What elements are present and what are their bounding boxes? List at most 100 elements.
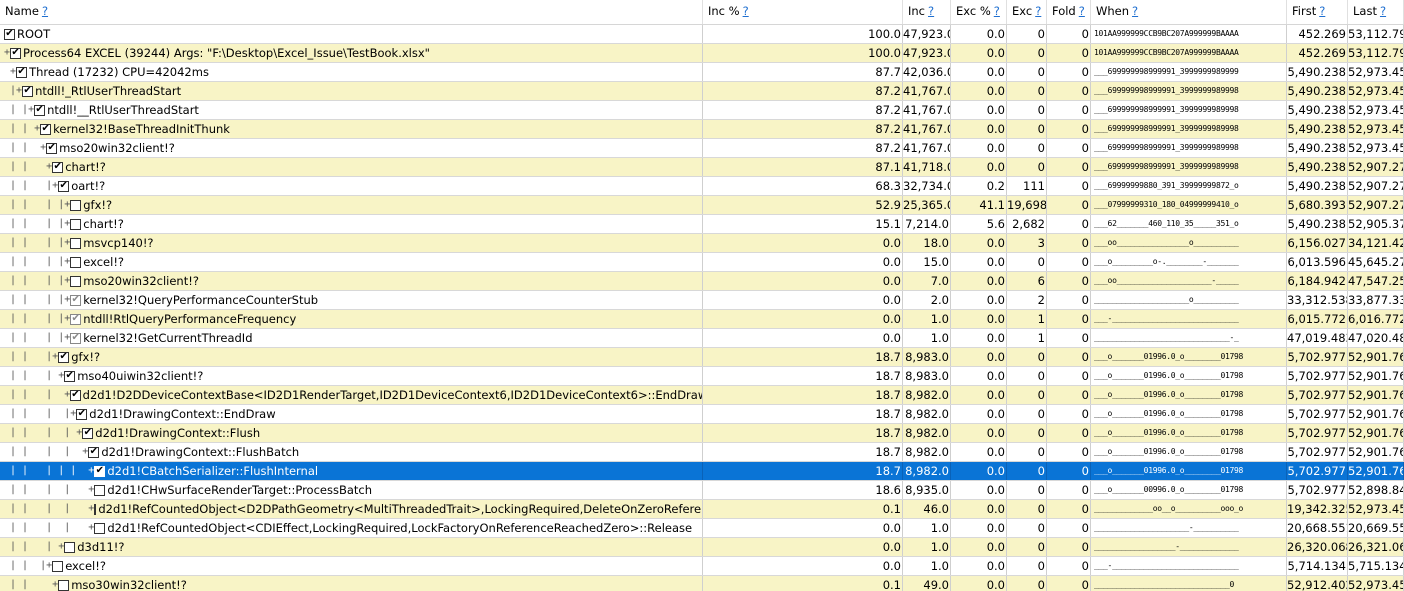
column-header-first[interactable]: First? [1287, 0, 1348, 24]
expand-toggle-icon[interactable]: | |+ [28, 196, 70, 214]
name-cell[interactable]: | | + ✔ kernel32!BaseThreadInitThunk [0, 120, 703, 138]
row-checkbox[interactable] [94, 503, 97, 515]
call-tree-row[interactable]: | | + ✔ ntdll!__RtlUserThreadStart 87.2 41,76… [0, 101, 1404, 120]
column-header-inc[interactable]: Inc? [903, 0, 951, 24]
expand-toggle-icon[interactable]: | + [28, 367, 64, 385]
name-cell[interactable]: | | | | + d2d1!RefCountedObject<D2DPathGe… [0, 500, 703, 518]
expand-toggle-icon[interactable]: | | + [28, 424, 82, 442]
call-tree-row[interactable]: | | + ✔ mso20win32client!? 87.2 41,767.0 0.0 0… [0, 139, 1404, 158]
row-checkbox[interactable]: ✔ [70, 332, 82, 344]
call-tree-body[interactable]: ✔ ROOT 100.0 47,923.0 0.0 0 0 101AA999999CCB9BC… [0, 25, 1404, 591]
call-tree-row[interactable]: | | | | + ✔ d2d1!DrawingContext::FlushBatc… [0, 443, 1404, 462]
call-tree-row[interactable]: | | | | + d2d1!RefCountedObject<CDIEffect… [0, 519, 1404, 538]
row-checkbox[interactable]: ✔ [94, 465, 106, 477]
expand-toggle-icon[interactable]: + [28, 120, 40, 138]
name-cell[interactable]: | | | |+ ✔ d2d1!DrawingContext::EndDraw [0, 405, 703, 423]
call-tree-row[interactable]: | | |+ ✔ oart!? 68.3 32,734.0 0.2 111 0 ___69999… [0, 177, 1404, 196]
expand-toggle-icon[interactable]: | |+ [28, 272, 70, 290]
column-header-name[interactable]: Name? [0, 0, 703, 24]
expand-toggle-icon[interactable]: | | + [28, 481, 94, 499]
row-checkbox[interactable]: ✔ [70, 313, 82, 325]
call-tree-row[interactable]: | | | |+ gfx!? 52.9 25,365.0 41.1 19,698 0 ___0… [0, 196, 1404, 215]
name-cell[interactable]: | | |+ ✔ gfx!? [0, 348, 703, 366]
column-header-fold[interactable]: Fold? [1047, 0, 1091, 24]
name-cell[interactable]: | | | |+ mso20win32client!? [0, 272, 703, 290]
call-tree-row[interactable]: | | + ✔ kernel32!BaseThreadInitThunk 87.2 41… [0, 120, 1404, 139]
column-help-link[interactable]: ? [1132, 4, 1138, 18]
row-checkbox[interactable] [70, 237, 82, 249]
column-header-exc[interactable]: Exc %? [951, 0, 1007, 24]
expand-toggle-icon[interactable]: | | | + [28, 462, 94, 480]
name-cell[interactable]: | | | |+ chart!? [0, 215, 703, 233]
name-cell[interactable]: | | | |+ msvcp140!? [0, 234, 703, 252]
name-cell[interactable]: | | | | | + ✔ d2d1!CBatchSerializer::Flush… [0, 462, 703, 480]
expand-toggle-icon[interactable]: | |+ [28, 291, 70, 309]
row-checkbox[interactable]: ✔ [40, 123, 52, 135]
row-checkbox[interactable]: ✔ [34, 104, 46, 116]
name-cell[interactable]: | | | | + d2d1!CHwSurfaceRenderTarget::Pr… [0, 481, 703, 499]
name-cell[interactable]: | + ✔ ntdll!_RtlUserThreadStart [0, 82, 703, 100]
row-checkbox[interactable] [64, 541, 76, 553]
column-help-link[interactable]: ? [994, 4, 1000, 18]
row-checkbox[interactable]: ✔ [46, 142, 58, 154]
name-cell[interactable]: | | | |+ ✔ kernel32!GetCurrentThreadId [0, 329, 703, 347]
name-cell[interactable]: | | | + ✔ d2d1!D2DDeviceContextBase<ID2D1R… [0, 386, 703, 404]
name-cell[interactable]: | | | | + d2d1!RefCountedObject<CDIEffect… [0, 519, 703, 537]
name-cell[interactable]: + ✔ Process64 EXCEL (39244) Args: "F:\Desk… [0, 44, 703, 62]
row-checkbox[interactable] [52, 560, 64, 572]
column-help-link[interactable]: ? [1035, 4, 1041, 18]
column-help-link[interactable]: ? [928, 4, 934, 18]
row-checkbox[interactable]: ✔ [64, 370, 76, 382]
call-tree-row[interactable]: | | | |+ chart!? 15.1 7,214.0 5.6 2,682 0 ___62… [0, 215, 1404, 234]
call-tree-row[interactable]: | | + ✔ chart!? 87.1 41,718.0 0.0 0 0 ___6999999… [0, 158, 1404, 177]
row-checkbox[interactable] [70, 218, 82, 230]
name-cell[interactable]: | | | |+ excel!? [0, 253, 703, 271]
row-checkbox[interactable] [94, 522, 106, 534]
call-tree-row[interactable]: | | | | + d2d1!CHwSurfaceRenderTarget::Pr… [0, 481, 1404, 500]
call-tree-row[interactable]: | + ✔ ntdll!_RtlUserThreadStart 87.2 41,767.0… [0, 82, 1404, 101]
column-help-link[interactable]: ? [1380, 4, 1386, 18]
name-cell[interactable]: | | | |+ ✔ kernel32!QueryPerformanceCounte… [0, 291, 703, 309]
call-tree-row[interactable]: | | | |+ mso20win32client!? 0.0 7.0 0.0 6 0 ___… [0, 272, 1404, 291]
row-checkbox[interactable]: ✔ [76, 408, 88, 420]
column-header-last[interactable]: Last? [1348, 0, 1404, 24]
row-checkbox[interactable]: ✔ [22, 85, 34, 97]
expand-toggle-icon[interactable]: | |+ [28, 405, 76, 423]
name-cell[interactable]: | | | | + ✔ d2d1!DrawingContext::Flush [0, 424, 703, 442]
row-checkbox[interactable] [70, 275, 82, 287]
row-checkbox[interactable] [70, 256, 82, 268]
expand-toggle-icon[interactable]: | |+ [28, 215, 70, 233]
call-tree-row[interactable]: | | |+ ✔ gfx!? 18.7 8,983.0 0.0 0 0 ___o_______0… [0, 348, 1404, 367]
call-tree-row[interactable]: | | | |+ excel!? 0.0 15.0 0.0 0 0 ___o_________… [0, 253, 1404, 272]
row-checkbox[interactable]: ✔ [70, 389, 81, 401]
expand-toggle-icon[interactable]: | + [28, 386, 70, 404]
expand-toggle-icon[interactable]: | + [28, 538, 64, 556]
call-tree-row[interactable]: | | | + d3d11!? 0.0 1.0 0.0 0 0 _______________… [0, 538, 1404, 557]
name-cell[interactable]: | | |+ excel!? [0, 557, 703, 575]
name-cell[interactable]: | | | + ✔ mso40uiwin32client!? [0, 367, 703, 385]
row-checkbox[interactable]: ✔ [52, 161, 64, 173]
column-help-link[interactable]: ? [42, 4, 48, 18]
row-checkbox[interactable]: ✔ [88, 446, 100, 458]
call-tree-row[interactable]: | | | |+ ✔ ntdll!RtlQueryPerformanceFreque… [0, 310, 1404, 329]
call-tree-row[interactable]: ✔ ROOT 100.0 47,923.0 0.0 0 0 101AA999999CCB9BC… [0, 25, 1404, 44]
column-header-when[interactable]: When? [1091, 0, 1287, 24]
expand-toggle-icon[interactable]: | | + [28, 443, 88, 461]
name-cell[interactable]: | | | | + ✔ d2d1!DrawingContext::FlushBatc… [0, 443, 703, 461]
expand-toggle-icon[interactable]: + [28, 576, 58, 591]
row-checkbox[interactable]: ✔ [82, 427, 94, 439]
call-tree-row[interactable]: | | | |+ msvcp140!? 0.0 18.0 0.0 3 0 ___oo_____… [0, 234, 1404, 253]
column-header-exc[interactable]: Exc? [1007, 0, 1047, 24]
name-cell[interactable]: | | | |+ ✔ ntdll!RtlQueryPerformanceFreque… [0, 310, 703, 328]
row-checkbox[interactable]: ✔ [58, 180, 70, 192]
call-tree-row[interactable]: | | | |+ ✔ d2d1!DrawingContext::EndDraw 18.… [0, 405, 1404, 424]
column-header-inc[interactable]: Inc %? [703, 0, 903, 24]
call-tree-row[interactable]: | | + mso30win32client!? 0.1 49.0 0.0 0 0 _____… [0, 576, 1404, 591]
name-cell[interactable]: | | + mso30win32client!? [0, 576, 703, 591]
row-checkbox[interactable] [58, 579, 70, 591]
call-tree-row[interactable]: + ✔ Thread (17232) CPU=42042ms 87.7 42,036.0… [0, 63, 1404, 82]
name-cell[interactable]: | | + ✔ ntdll!__RtlUserThreadStart [0, 101, 703, 119]
expand-toggle-icon[interactable]: |+ [28, 557, 52, 575]
row-checkbox[interactable]: ✔ [16, 66, 28, 78]
row-checkbox[interactable] [94, 484, 106, 496]
